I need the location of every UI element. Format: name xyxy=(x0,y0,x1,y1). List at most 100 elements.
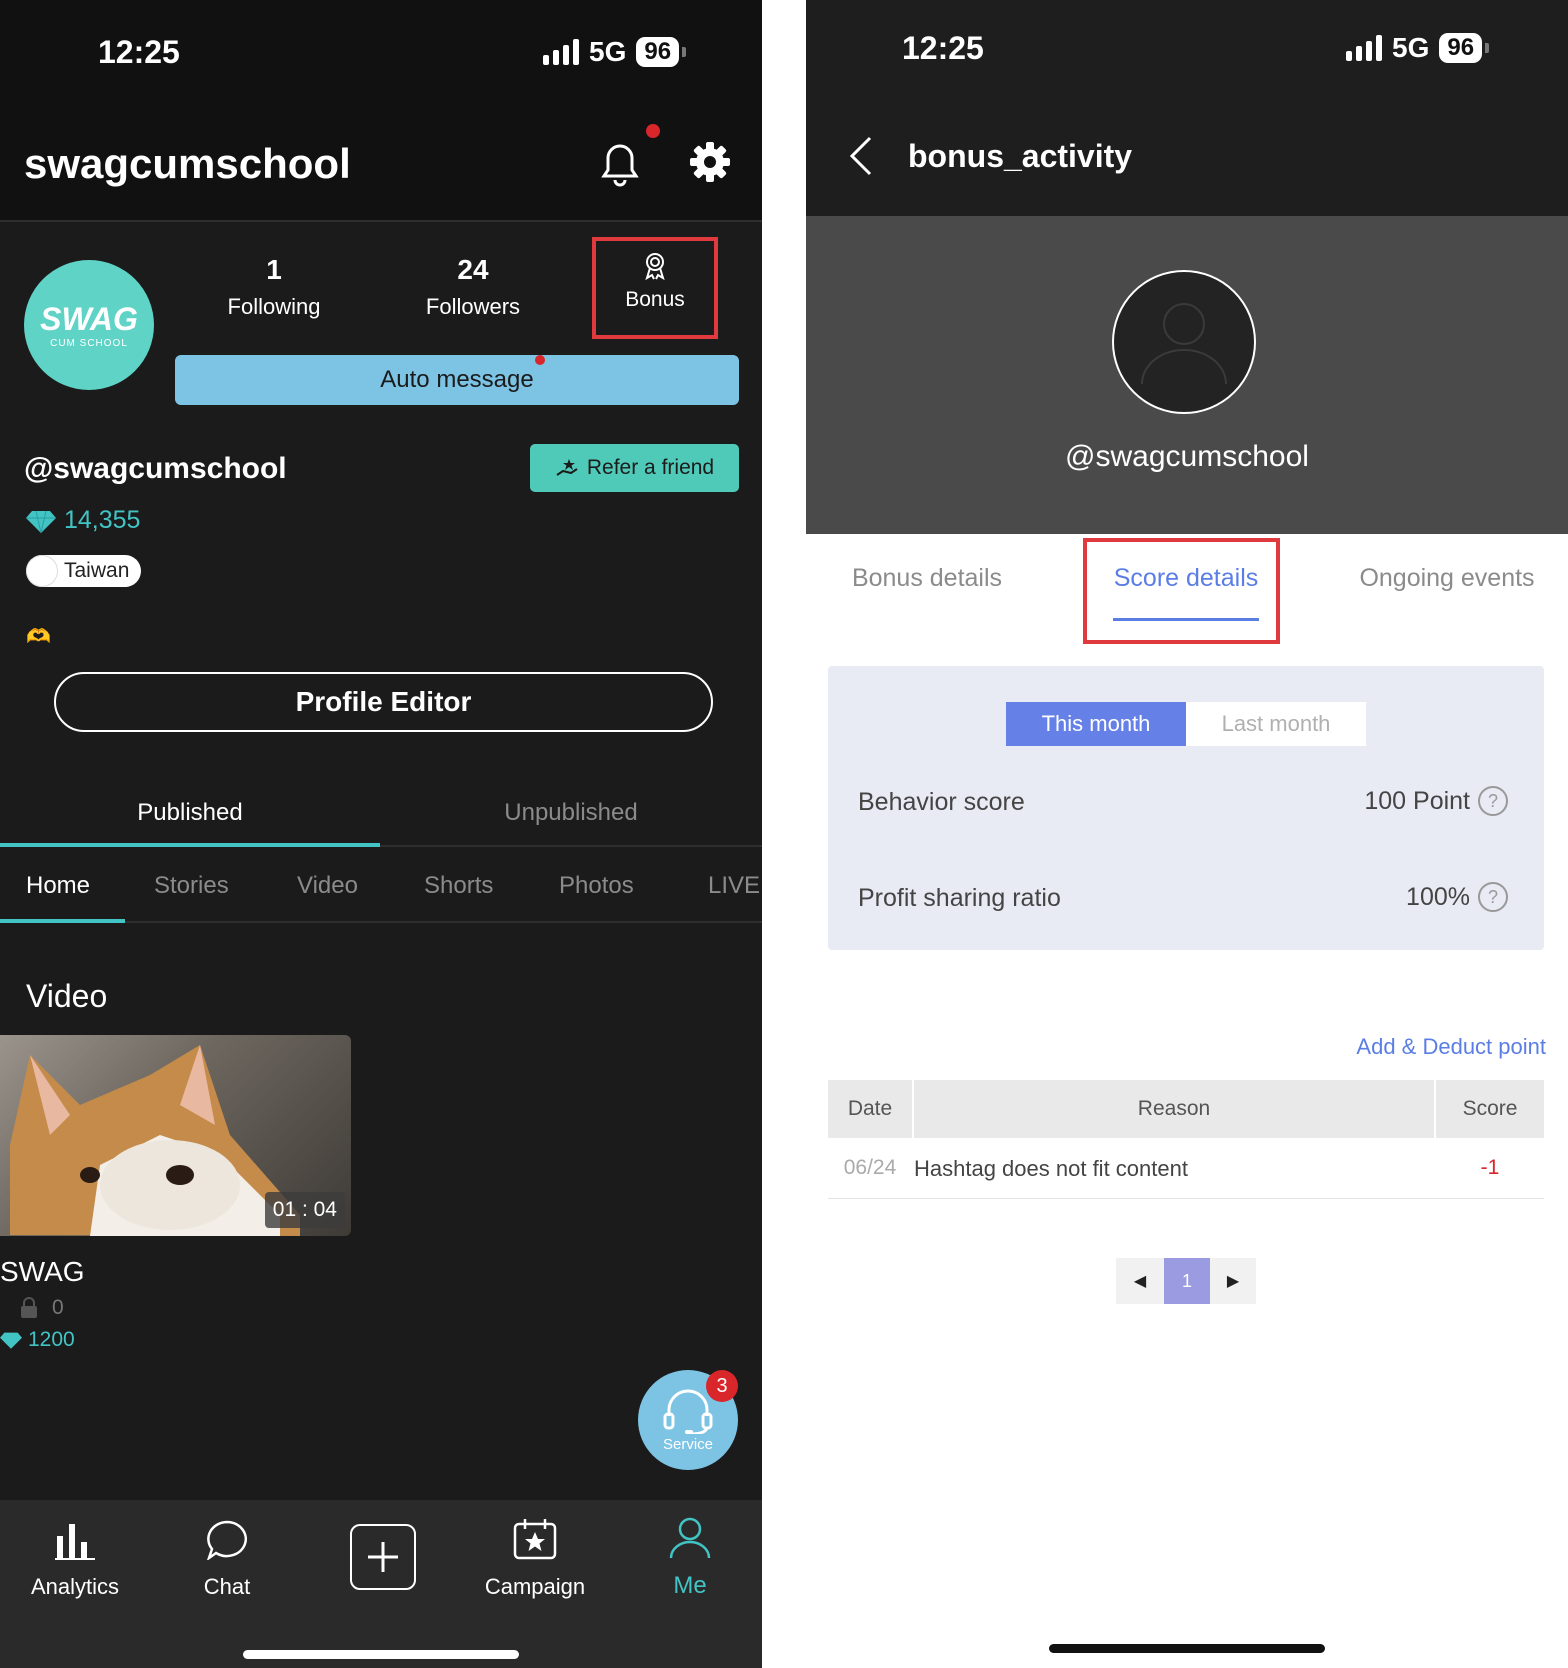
diamond-icon xyxy=(26,510,56,533)
table-row: 06/24 Hashtag does not fit content -1 xyxy=(828,1138,1544,1199)
heart-hands-icon: 🫶 xyxy=(26,626,51,648)
avatar-placeholder xyxy=(1112,270,1256,414)
subtab-photos[interactable]: Photos xyxy=(559,872,634,900)
profile-handle: @swagcumschool xyxy=(24,452,287,485)
status-indicators: 5G 96 xyxy=(543,36,686,68)
bell-icon[interactable] xyxy=(596,138,644,188)
subtab-indicator xyxy=(0,919,125,923)
headset-icon xyxy=(663,1389,713,1434)
nav-me[interactable]: Me xyxy=(625,1516,755,1600)
person-icon xyxy=(669,1517,711,1559)
back-chevron-icon[interactable] xyxy=(846,134,876,178)
nav-chat[interactable]: Chat xyxy=(162,1520,292,1600)
profit-sharing-label: Profit sharing ratio xyxy=(858,884,1061,912)
profile-banner: @swagcumschool xyxy=(806,216,1568,534)
col-date: Date xyxy=(847,1097,893,1120)
video-duration: 01 : 04 xyxy=(264,1192,345,1228)
subtab-stories[interactable]: Stories xyxy=(154,872,229,900)
location-label: Taiwan xyxy=(64,559,130,582)
subtab-home[interactable]: Home xyxy=(26,872,90,900)
tab-published[interactable]: Published xyxy=(0,788,380,838)
video-title: SWAG xyxy=(0,1256,85,1287)
pagination: ◀ 1 ▶ xyxy=(1116,1258,1256,1304)
plus-icon xyxy=(368,1542,398,1572)
following-stat[interactable]: 1 Following xyxy=(214,254,334,320)
nav-campaign[interactable]: Campaign xyxy=(470,1516,600,1600)
home-indicator xyxy=(1049,1644,1325,1653)
row-reason: Hashtag does not fit content xyxy=(914,1156,1188,1181)
battery-icon: 96 xyxy=(636,37,686,67)
bar-chart-icon xyxy=(55,1524,95,1560)
row-score: -1 xyxy=(1480,1156,1500,1179)
add-deduct-link[interactable]: Add & Deduct point xyxy=(1356,1034,1546,1060)
help-circle-icon[interactable]: ? xyxy=(1478,882,1508,912)
battery-icon: 96 xyxy=(1439,33,1489,63)
profile-handle: @swagcumschool xyxy=(1065,440,1309,473)
header-area: 12:25 5G 96 bonus_activity xyxy=(806,0,1568,216)
service-label: Service xyxy=(662,1435,714,1453)
col-reason: Reason xyxy=(1137,1097,1211,1120)
table-header: Date Reason Score xyxy=(828,1080,1544,1138)
subtab-video[interactable]: Video xyxy=(297,872,358,900)
signal-icon xyxy=(1346,35,1382,61)
network-label: 5G xyxy=(589,36,627,67)
diamond-count: 14,355 xyxy=(64,506,141,534)
status-time: 12:25 xyxy=(902,30,984,66)
nav-analytics[interactable]: Analytics xyxy=(10,1520,140,1600)
score-details-highlight xyxy=(1083,538,1280,644)
nav-analytics-label: Analytics xyxy=(30,1574,120,1599)
col-score: Score xyxy=(1462,1097,1518,1120)
status-indicators: 5G 96 xyxy=(1346,32,1489,64)
behavior-score-label: Behavior score xyxy=(858,788,1025,816)
this-month-toggle[interactable]: This month xyxy=(1006,702,1186,746)
row-date: 06/24 xyxy=(843,1156,897,1179)
diamond-balance: 14,355 xyxy=(26,506,140,535)
location-pill[interactable]: Taiwan xyxy=(26,555,142,587)
home-indicator xyxy=(243,1650,519,1659)
prev-page-button[interactable]: ◀ xyxy=(1116,1258,1164,1304)
nav-create-button[interactable] xyxy=(350,1524,416,1590)
gear-icon[interactable] xyxy=(688,140,732,184)
status-time: 12:25 xyxy=(98,34,180,70)
profile-header: swagcumschool xyxy=(0,100,762,220)
section-title: Video xyxy=(26,978,108,1014)
tab-bonus-details[interactable]: Bonus details xyxy=(806,558,1048,598)
next-page-button[interactable]: ▶ xyxy=(1210,1258,1256,1304)
video-locks: 0 xyxy=(20,1296,64,1320)
tab-unpublished[interactable]: Unpublished xyxy=(380,788,762,838)
bonus-label: Bonus xyxy=(625,288,685,311)
bonus-button[interactable]: Bonus xyxy=(596,252,714,312)
behavior-score: 100 Point ? xyxy=(1364,786,1508,816)
signal-icon xyxy=(543,39,579,65)
bottom-nav: Analytics Chat Campaign Me xyxy=(0,1500,762,1668)
profile-editor-button[interactable]: Profile Editor xyxy=(54,672,713,732)
page-title: bonus_activity xyxy=(908,138,1133,174)
tab-ongoing-events[interactable]: Ongoing events xyxy=(1326,558,1568,598)
subtab-shorts[interactable]: Shorts xyxy=(424,872,493,900)
network-label: 5G xyxy=(1392,32,1430,63)
location-toggle-knob xyxy=(26,555,58,587)
calendar-star-icon xyxy=(513,1519,557,1560)
avatar[interactable]: SWAG CUM SCHOOL xyxy=(24,260,154,390)
help-circle-icon[interactable]: ? xyxy=(1478,786,1508,816)
followers-count: 24 xyxy=(457,254,489,285)
refer-friend-button[interactable]: Refer a friend xyxy=(530,444,739,492)
avatar-logo-sub: CUM SCHOOL xyxy=(50,338,128,349)
video-price: 1200 xyxy=(0,1328,75,1352)
diamond-icon xyxy=(0,1332,22,1349)
screen-divider xyxy=(762,0,806,1668)
chat-bubble-icon xyxy=(207,1520,247,1560)
subtab-live[interactable]: LIVE xyxy=(708,872,760,900)
header-divider xyxy=(0,220,762,222)
video-thumbnail[interactable]: 01 : 04 xyxy=(0,1035,351,1236)
refer-icon xyxy=(556,459,578,476)
page-button[interactable]: 1 xyxy=(1164,1258,1210,1304)
last-month-toggle[interactable]: Last month xyxy=(1186,702,1366,746)
auto-message-button[interactable]: Auto message xyxy=(175,355,739,405)
nav-chat-label: Chat xyxy=(203,1574,251,1599)
followers-label: Followers xyxy=(425,294,521,319)
page-title: swagcumschool xyxy=(24,140,351,187)
following-count: 1 xyxy=(266,254,282,285)
followers-stat[interactable]: 24 Followers xyxy=(413,254,533,320)
service-badge: 3 xyxy=(706,1370,738,1402)
